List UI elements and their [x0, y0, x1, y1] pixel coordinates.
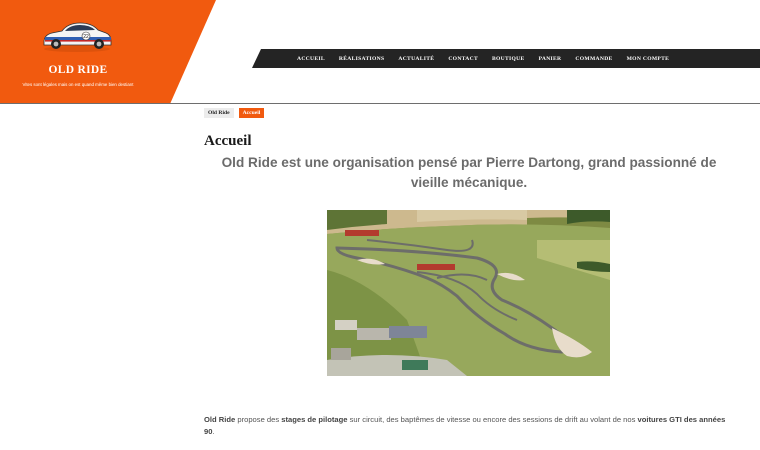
site-title[interactable]: OLD RIDE — [0, 64, 156, 76]
nav-item-actualite[interactable]: ACTUALITÉ — [398, 56, 434, 62]
breadcrumb: Old Ride Accueil — [204, 108, 265, 118]
race-car-icon[interactable]: 22 — [40, 18, 114, 54]
description-part: . — [212, 427, 215, 436]
nav-item-realisations[interactable]: RÉALISATIONS — [339, 56, 384, 62]
nav-item-accueil[interactable]: ACCUEIL — [297, 56, 325, 62]
nav-item-contact[interactable]: CONTACT — [448, 56, 478, 62]
header-divider — [0, 103, 760, 104]
description-highlight: stages de pilotage — [281, 415, 348, 424]
site-tagline: Vites sont légales mais on est quand mêm… — [22, 82, 134, 87]
nav-item-mon-compte[interactable]: MON COMPTE — [627, 56, 670, 62]
nav-item-boutique[interactable]: BOUTIQUE — [492, 56, 525, 62]
breadcrumb-current: Accueil — [238, 108, 265, 118]
main-nav: ACCUEIL RÉALISATIONS ACTUALITÉ CONTACT B… — [252, 49, 760, 68]
description-brand: Old Ride — [204, 415, 236, 424]
breadcrumb-home[interactable]: Old Ride — [204, 108, 234, 118]
page-title: Accueil — [204, 133, 252, 149]
nav-item-commande[interactable]: COMMANDE — [575, 56, 612, 62]
description-text: Old Ride propose des stages de pilotage … — [204, 414, 734, 438]
description-part: sur circuit, des baptêmes de vitesse ou … — [347, 415, 638, 424]
svg-text:22: 22 — [83, 34, 89, 40]
intro-heading: Old Ride est une organisation pensé par … — [221, 155, 717, 190]
brand-header: 22 OLD RIDE Vites sont légales mais on e… — [0, 0, 216, 104]
nav-item-panier[interactable]: PANIER — [539, 56, 562, 62]
description-part: propose des — [235, 415, 282, 424]
race-track-aerial-photo — [327, 210, 610, 376]
